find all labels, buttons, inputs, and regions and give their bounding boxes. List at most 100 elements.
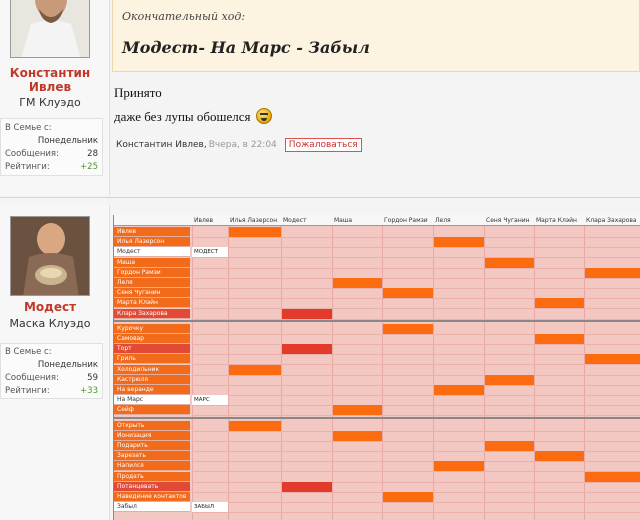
sheet-row-label: Сеня Чуганин <box>114 288 190 299</box>
sheet-mark-cell <box>333 405 382 416</box>
user-rank: ГМ Клуэдо <box>19 96 81 109</box>
message-line-2: даже без лупы обошелся <box>114 108 272 125</box>
sheet-row: Подарить <box>114 441 640 451</box>
avatar[interactable] <box>10 216 90 296</box>
sheet-answer-cell <box>192 268 228 278</box>
sheet-row-label: Зарезать <box>114 451 190 462</box>
sheet-row: Открыть <box>114 420 640 431</box>
post-signature: Константин Ивлев, Вчера, в 22:04 Пожалов… <box>116 138 362 152</box>
stat-label: Сообщения: <box>5 373 59 383</box>
sheet-row-label: Наведение контактов <box>114 492 190 502</box>
sheet-row: Зарезать <box>114 451 640 462</box>
report-button[interactable]: Пожаловаться <box>284 138 362 152</box>
post-content: Окончательный ход: Модест- На Марс - Заб… <box>112 0 640 195</box>
sheet-column-header: Клара Захарова <box>586 217 637 224</box>
sheet-column-header: Леля <box>435 217 451 224</box>
section-separator <box>114 319 640 322</box>
user-sidebar: Константин Ивлев ГМ Клуэдо В Семье с: По… <box>0 0 110 195</box>
sheet-mark-cell <box>535 334 584 344</box>
sheet-answer-cell <box>192 309 228 319</box>
sheet-column-header: Модест <box>283 217 307 224</box>
message-line-1: Принято <box>114 85 162 100</box>
stat-value: 59 <box>87 373 98 383</box>
sheet-mark-cell <box>535 298 584 309</box>
rating-value: +33 <box>80 386 98 396</box>
sheet-mark-cell <box>333 278 382 288</box>
sheet-row: Гордон Рамзи <box>114 267 640 278</box>
sheet-row: Курочку <box>114 323 640 334</box>
sheet-mark-cell <box>229 420 281 431</box>
sheet-row-label: Кастрюля <box>114 374 190 385</box>
sheet-answer-cell <box>192 461 228 471</box>
stat-value: Понедельник <box>37 136 98 146</box>
sheet-row: Модест МОДЕСТ <box>114 247 640 258</box>
message-text: даже без лупы обошелся <box>114 109 251 124</box>
sheet-row-label: Сейф <box>114 405 190 416</box>
sheet-header: Ивлев Илья Лазерсон Модест Маша Гордон Рамзи… <box>114 215 640 226</box>
sheet-mark-cell <box>585 267 640 278</box>
sheet-column-header: Ивлев <box>194 217 214 224</box>
sheet-answer-cell <box>192 431 228 441</box>
sheet-mark-cell <box>585 471 640 482</box>
stat-label: Сообщения: <box>5 149 59 159</box>
sheet-mark-cell <box>434 385 484 395</box>
post-1: Константин Ивлев ГМ Клуэдо В Семье с: По… <box>0 0 640 195</box>
sheet-row-label: Подарить <box>114 441 190 451</box>
sheet-row-label: Ивлев <box>114 227 190 237</box>
sheet-answer-cell <box>192 375 228 385</box>
sheet-answer-cell: МОДЕСТ <box>192 247 228 258</box>
sheet-mark-cell <box>434 461 484 472</box>
sheet-answer-cell: ЗАБЫЛ <box>192 502 228 513</box>
sheet-column-header: Марта Клэйн <box>536 217 577 224</box>
sheet-mark-cell <box>485 374 534 385</box>
sheet-answer-cell <box>192 298 228 308</box>
sheet-row: Наведение контактов <box>114 492 640 502</box>
sheet-mark-cell <box>383 323 433 334</box>
sheet-row-label: На Марс <box>114 395 190 406</box>
sheet-row: На Марс МАРС <box>114 395 640 406</box>
sheet-row: Клара Захарова <box>114 308 640 319</box>
sheet-row-label: Открыть <box>114 420 190 431</box>
sheet-mark-cell <box>282 344 332 355</box>
sheet-row-label: Леля <box>114 278 190 288</box>
post-time: Вчера, в 22:04 <box>208 140 277 150</box>
quote-block: Окончательный ход: Модест- На Марс - Заб… <box>112 0 640 72</box>
sheet-mark-cell <box>485 257 534 268</box>
sheet-answer-cell <box>192 334 228 344</box>
sheet-row: Напился <box>114 461 640 472</box>
sheet-row: Ивлев <box>114 227 640 237</box>
sheet-row-label: Забыл <box>114 502 190 513</box>
user-stats: В Семье с: Понедельник Сообщения: 28 Рейт… <box>0 118 103 176</box>
rating-value: +25 <box>80 162 98 172</box>
sheet-mark-cell <box>229 227 281 237</box>
smiley-icon <box>255 108 272 124</box>
sheet-row: Торт <box>114 344 640 355</box>
sheet-answer-cell <box>192 441 228 451</box>
sheet-answer-cell <box>192 405 228 415</box>
sheet-answer-cell <box>192 492 228 502</box>
sheet-row-label: Курочку <box>114 323 190 334</box>
post-author[interactable]: Константин Ивлев, <box>116 140 207 150</box>
sheet-row: Потанцевать <box>114 481 640 492</box>
sheet-row: Илья Лазерсон <box>114 237 640 248</box>
sheet-column-header: Маша <box>334 217 353 224</box>
user-sidebar: Модест Маска Клуэдо В Семье с: Понедельн… <box>0 205 110 520</box>
sheet-answer-cell <box>192 385 228 395</box>
username[interactable]: Модест <box>0 300 100 314</box>
sheet-mark-cell <box>229 364 281 375</box>
sheet-row-label: Гриль <box>114 354 190 365</box>
sheet-row-label: Марта Клэйн <box>114 298 190 309</box>
sheet-mark-cell <box>282 308 332 319</box>
sheet-row-label: Напился <box>114 461 190 472</box>
sheet-answer-cell <box>192 324 228 334</box>
sheet-mark-cell <box>485 441 534 451</box>
sheet-row: Гриль <box>114 354 640 365</box>
sheet-answer-cell <box>192 344 228 354</box>
sheet-row-label: Самовар <box>114 334 190 344</box>
stat-value: Понедельник <box>37 360 98 370</box>
sheet-row: Самовар <box>114 334 640 344</box>
sheet-mark-cell <box>383 492 433 502</box>
username[interactable]: Константин Ивлев <box>0 66 100 94</box>
sheet-answer-cell <box>192 365 228 375</box>
avatar[interactable] <box>10 0 90 58</box>
